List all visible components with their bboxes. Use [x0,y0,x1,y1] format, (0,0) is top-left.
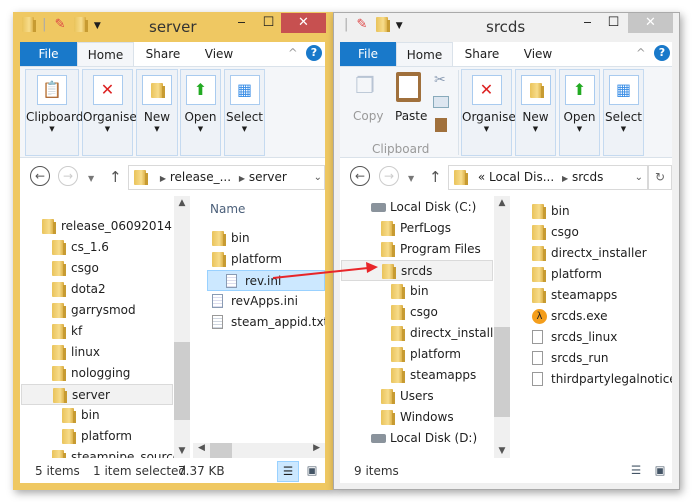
annotation-arrow [272,262,378,279]
